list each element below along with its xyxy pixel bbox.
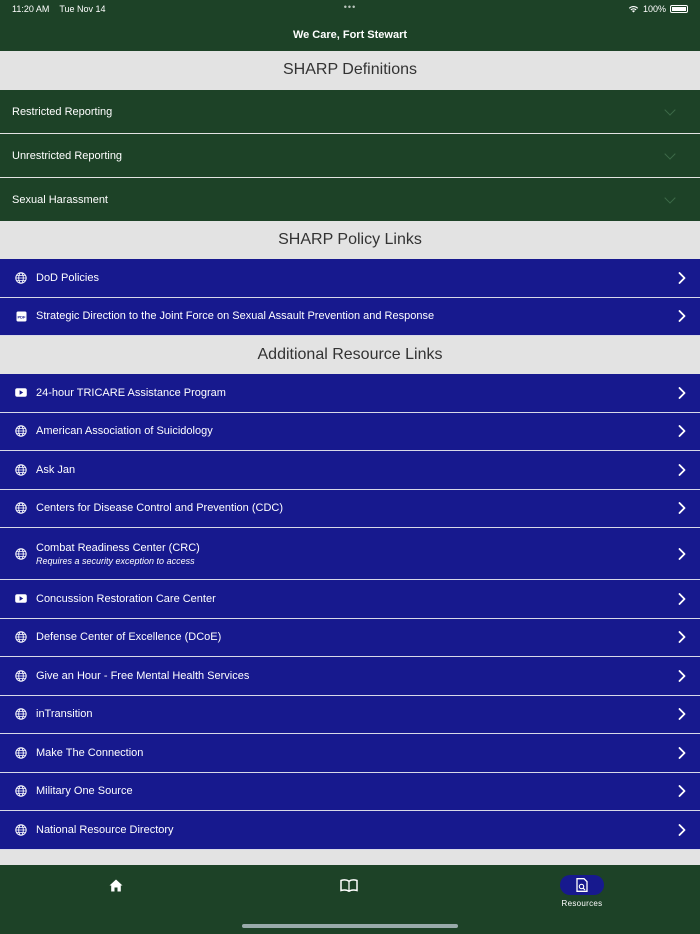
- globe-icon: [15, 631, 27, 643]
- book-icon: [340, 878, 358, 892]
- chevron-right-icon: [676, 271, 688, 284]
- chevron-right-icon: [676, 823, 688, 836]
- tab-label: Resources: [561, 899, 603, 908]
- chevron-down-icon: [664, 103, 676, 116]
- tab-resources[interactable]: Resources: [552, 875, 612, 915]
- link-label: Give an Hour - Free Mental Health Servic…: [36, 669, 250, 682]
- link-sublabel: Requires a security exception to access: [36, 555, 195, 566]
- globe-icon: [15, 272, 27, 284]
- accordion-label: Restricted Reporting: [12, 105, 113, 118]
- battery-percent: 100%: [642, 4, 666, 14]
- video-icon: [15, 387, 27, 399]
- globe-icon: [15, 547, 27, 560]
- chevron-down-icon: [664, 147, 676, 160]
- accordion-label: Unrestricted Reporting: [12, 149, 123, 162]
- link-label: Combat Readiness Center (CRC): [36, 541, 200, 554]
- accordion-label: Sexual Harassment: [12, 193, 108, 206]
- status-bar: 11:20 AM Tue Nov 14 ••• 100%: [0, 0, 700, 18]
- link-label: Make The Connection: [36, 746, 144, 759]
- link-row-american-association-of-suicidology[interactable]: American Association of Suicidology: [0, 412, 700, 451]
- resources-icon: [576, 878, 588, 892]
- link-row-combat-readiness-center-crc[interactable]: Combat Readiness Center (CRC) Requires a …: [0, 528, 700, 580]
- status-date: Tue Nov 14: [59, 4, 106, 14]
- section-header-definitions: SHARP Definitions: [0, 51, 700, 89]
- nav-bar: We Care, Fort Stewart: [0, 18, 700, 51]
- chevron-right-icon: [676, 502, 688, 515]
- section-title: SHARP Policy Links: [278, 231, 422, 248]
- link-row-ask-jan[interactable]: Ask Jan: [0, 451, 700, 490]
- chevron-right-icon: [676, 310, 688, 323]
- link-row-strategic-direction-to-the-joint-force-on-sexual-assault-prevention-and-response[interactable]: PDF Strategic Direction to the Joint Forc…: [0, 297, 700, 336]
- page-title: We Care, Fort Stewart: [292, 28, 408, 41]
- chevron-right-icon: [676, 592, 688, 605]
- section-title: SHARP Definitions: [283, 61, 417, 78]
- tab-home[interactable]: [86, 875, 146, 915]
- link-row-national-resource-directory[interactable]: National Resource Directory: [0, 811, 700, 850]
- globe-icon: [15, 747, 27, 759]
- chevron-right-icon: [676, 463, 688, 476]
- link-row-intransition[interactable]: inTransition: [0, 695, 700, 734]
- link-label: Defense Center of Excellence (DCoE): [36, 631, 222, 644]
- link-label: National Resource Directory: [36, 823, 174, 836]
- section-header-additional: Additional Resource Links: [0, 336, 700, 374]
- link-row-make-the-connection[interactable]: Make The Connection: [0, 734, 700, 773]
- link-label: DoD Policies: [36, 271, 99, 284]
- accordion-restricted-reporting[interactable]: Restricted Reporting: [0, 89, 700, 133]
- scroll-content[interactable]: SHARP Definitions Restricted Reporting U…: [0, 51, 700, 865]
- status-time: 11:20 AM: [12, 4, 50, 14]
- globe-icon: [15, 708, 27, 720]
- link-label: Strategic Direction to the Joint Force o…: [36, 310, 435, 323]
- globe-icon: [15, 464, 27, 476]
- accordion-unrestricted-reporting[interactable]: Unrestricted Reporting: [0, 133, 700, 177]
- svg-text:PDF: PDF: [17, 314, 26, 319]
- link-label: Centers for Disease Control and Preventi…: [36, 502, 283, 515]
- chevron-right-icon: [676, 746, 688, 759]
- chevron-right-icon: [676, 631, 688, 644]
- section-header-policy: SHARP Policy Links: [0, 221, 700, 259]
- tab-book[interactable]: [319, 875, 379, 915]
- link-label: American Association of Suicidology: [36, 425, 213, 438]
- wifi-icon: [628, 5, 639, 13]
- home-icon: [109, 879, 123, 891]
- chevron-right-icon: [676, 386, 688, 399]
- link-row-dod-policies[interactable]: DoD Policies: [0, 259, 700, 298]
- link-row-24-hour-tricare-assistance-program[interactable]: 24-hour TRICARE Assistance Program: [0, 374, 700, 413]
- link-row-military-one-source[interactable]: Military One Source: [0, 772, 700, 811]
- globe-icon: [15, 785, 27, 797]
- chevron-right-icon: [676, 708, 688, 721]
- globe-icon: [15, 670, 27, 682]
- multitask-dots-icon[interactable]: •••: [344, 2, 356, 12]
- link-row-centers-for-disease-control-and-prevention-cdc[interactable]: Centers for Disease Control and Preventi…: [0, 489, 700, 528]
- link-row-defense-center-of-excellence-dcoe[interactable]: Defense Center of Excellence (DCoE): [0, 618, 700, 657]
- globe-icon: [15, 824, 27, 836]
- chevron-right-icon: [676, 547, 688, 560]
- accordion-sexual-harassment[interactable]: Sexual Harassment: [0, 177, 700, 221]
- chevron-right-icon: [676, 785, 688, 798]
- home-indicator[interactable]: [242, 924, 458, 928]
- chevron-right-icon: [676, 669, 688, 682]
- globe-icon: [15, 502, 27, 514]
- section-title: Additional Resource Links: [257, 346, 443, 363]
- chevron-down-icon: [664, 191, 676, 204]
- chevron-right-icon: [676, 425, 688, 438]
- link-label: Military One Source: [36, 785, 133, 798]
- link-label: Concussion Restoration Care Center: [36, 592, 216, 605]
- link-row-concussion-restoration-care-center[interactable]: Concussion Restoration Care Center: [0, 580, 700, 619]
- battery-icon: [670, 5, 688, 13]
- link-row-give-an-hour-free-mental-health-services[interactable]: Give an Hour - Free Mental Health Servic…: [0, 657, 700, 696]
- link-label: Ask Jan: [36, 463, 76, 476]
- globe-icon: [15, 425, 27, 437]
- video-icon: [15, 593, 27, 605]
- link-label: 24-hour TRICARE Assistance Program: [36, 386, 226, 399]
- pdf-icon: PDF: [15, 310, 27, 322]
- link-label: inTransition: [36, 708, 93, 721]
